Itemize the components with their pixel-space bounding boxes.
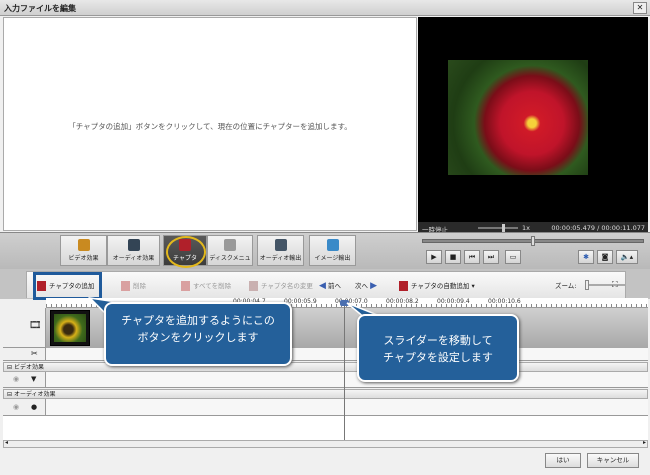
- ok-button[interactable]: はい: [545, 453, 581, 468]
- callout-pointers: [87, 296, 386, 319]
- slider-callout: スライダーを移動して チャプタを設定します: [357, 314, 519, 382]
- cancel-button[interactable]: キャンセル: [587, 453, 639, 468]
- add-chapter-callout: チャプタを追加するようにこの ボタンをクリックします: [104, 302, 292, 366]
